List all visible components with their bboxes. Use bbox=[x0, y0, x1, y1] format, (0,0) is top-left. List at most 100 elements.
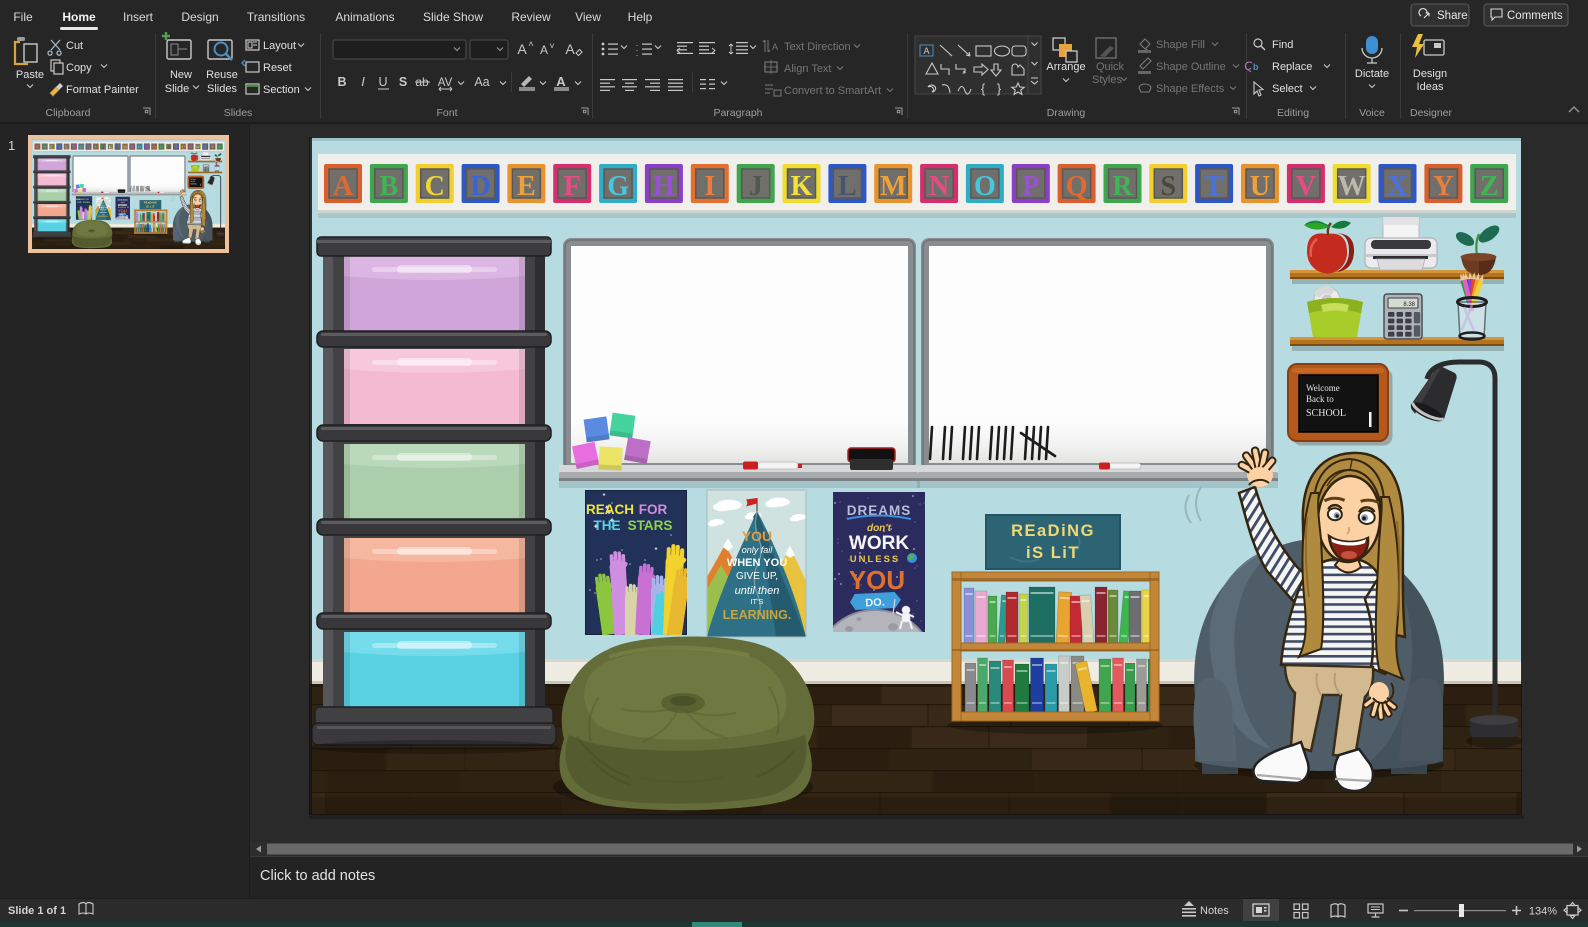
svg-text:A: A bbox=[517, 41, 527, 57]
svg-text:YOU: YOU bbox=[849, 565, 905, 595]
svg-text:D: D bbox=[470, 171, 490, 202]
svg-text:Font: Font bbox=[436, 107, 457, 119]
svg-text:Styles: Styles bbox=[1092, 74, 1122, 86]
svg-text:Help: Help bbox=[628, 10, 653, 24]
svg-text:A: A bbox=[540, 43, 548, 57]
svg-text:GIVE UP,: GIVE UP, bbox=[736, 571, 778, 582]
svg-text:b: b bbox=[1253, 62, 1259, 72]
svg-text:Clipboard: Clipboard bbox=[46, 107, 91, 119]
svg-text:Design: Design bbox=[181, 10, 218, 24]
svg-text:Designer: Designer bbox=[1410, 107, 1453, 119]
svg-text:Quick: Quick bbox=[1096, 61, 1125, 73]
svg-text:STARS: STARS bbox=[628, 518, 673, 533]
svg-text:N: N bbox=[929, 171, 949, 202]
svg-text:A: A bbox=[556, 74, 566, 89]
svg-text:UNLESS: UNLESS bbox=[850, 554, 901, 565]
svg-text:Slide Show: Slide Show bbox=[423, 10, 483, 24]
svg-text:Click to add notes: Click to add notes bbox=[260, 868, 375, 884]
svg-text:B: B bbox=[379, 171, 398, 202]
svg-text:Animations: Animations bbox=[335, 10, 394, 24]
svg-text:Align Text: Align Text bbox=[784, 63, 832, 75]
svg-text:Arrange: Arrange bbox=[1046, 61, 1085, 73]
svg-text:Transitions: Transitions bbox=[247, 10, 305, 24]
svg-text:LEARNING.: LEARNING. bbox=[723, 608, 792, 622]
svg-text:THE: THE bbox=[594, 518, 621, 533]
svg-text:U: U bbox=[1250, 171, 1270, 202]
svg-text:K: K bbox=[791, 171, 813, 202]
svg-text:B: B bbox=[337, 75, 346, 89]
svg-text:V: V bbox=[1296, 171, 1316, 202]
svg-text:Share: Share bbox=[1437, 10, 1468, 22]
svg-text:New: New bbox=[170, 69, 192, 81]
svg-text:Voice: Voice bbox=[1359, 107, 1385, 119]
svg-text:U: U bbox=[378, 75, 387, 89]
svg-text:Copy: Copy bbox=[66, 62, 92, 74]
svg-text:I: I bbox=[361, 74, 365, 89]
svg-text:A: A bbox=[333, 171, 354, 202]
svg-text:A: A bbox=[923, 46, 929, 56]
svg-text:Section: Section bbox=[263, 84, 300, 96]
svg-text:YOU: YOU bbox=[742, 528, 772, 544]
svg-text:M: M bbox=[880, 171, 906, 202]
svg-text:Dictate: Dictate bbox=[1355, 68, 1389, 80]
svg-text:}: } bbox=[997, 81, 1002, 96]
svg-text:Reuse: Reuse bbox=[206, 69, 238, 81]
svg-text:I: I bbox=[704, 171, 715, 202]
svg-text:Design: Design bbox=[1413, 68, 1447, 80]
svg-text:Replace: Replace bbox=[1272, 61, 1312, 73]
svg-text:Notes: Notes bbox=[1200, 905, 1229, 917]
svg-text:Shape Fill: Shape Fill bbox=[1156, 39, 1205, 51]
svg-text:134%: 134% bbox=[1529, 906, 1557, 918]
svg-text:Cut: Cut bbox=[66, 40, 83, 52]
svg-text:Aa: Aa bbox=[474, 75, 489, 89]
svg-text:WORK: WORK bbox=[849, 533, 909, 554]
svg-text:Shape Outline: Shape Outline bbox=[1156, 61, 1226, 73]
svg-text:Format Painter: Format Painter bbox=[66, 84, 139, 96]
svg-text:Select: Select bbox=[1272, 83, 1303, 95]
svg-text:-: - bbox=[636, 53, 638, 59]
svg-text:Slide 1 of 1: Slide 1 of 1 bbox=[8, 905, 66, 917]
svg-text:˅: ˅ bbox=[549, 41, 554, 51]
svg-text:REACH: REACH bbox=[586, 502, 634, 517]
svg-text:W: W bbox=[1338, 171, 1366, 202]
svg-text:E: E bbox=[517, 171, 536, 202]
svg-text:P: P bbox=[1022, 171, 1039, 202]
svg-text:File: File bbox=[13, 10, 33, 24]
svg-text:˄: ˄ bbox=[528, 39, 533, 49]
svg-text:Home: Home bbox=[62, 10, 96, 24]
svg-text:L: L bbox=[838, 171, 857, 202]
svg-text:H: H bbox=[653, 171, 675, 202]
svg-text:iS LiT: iS LiT bbox=[1026, 544, 1080, 562]
svg-text:Q: Q bbox=[1066, 171, 1088, 202]
svg-text:Convert to SmartArt: Convert to SmartArt bbox=[784, 85, 881, 97]
svg-text:Review: Review bbox=[511, 10, 551, 24]
svg-text:X: X bbox=[1387, 171, 1407, 202]
svg-text:Find: Find bbox=[1272, 39, 1293, 51]
svg-text:G: G bbox=[607, 171, 629, 202]
svg-text:WHEN YOU: WHEN YOU bbox=[727, 557, 787, 569]
svg-text:Paragraph: Paragraph bbox=[713, 107, 762, 119]
svg-text:FOR: FOR bbox=[639, 502, 668, 517]
svg-text:SCHOOL: SCHOOL bbox=[1306, 408, 1346, 419]
svg-text:Comments: Comments bbox=[1507, 10, 1563, 22]
svg-text:T: T bbox=[1205, 171, 1224, 202]
svg-text:Slide: Slide bbox=[165, 83, 189, 95]
svg-text:Back to: Back to bbox=[1306, 394, 1334, 404]
svg-text:View: View bbox=[575, 10, 601, 24]
svg-text:only fail: only fail bbox=[742, 545, 774, 555]
svg-text:IT'S: IT'S bbox=[750, 597, 763, 606]
svg-text:8.38: 8.38 bbox=[1403, 302, 1415, 308]
svg-text:Paste: Paste bbox=[16, 69, 44, 81]
svg-text:R: R bbox=[1112, 171, 1133, 202]
svg-text:Text Direction: Text Direction bbox=[784, 41, 851, 53]
svg-text:F: F bbox=[564, 171, 581, 202]
svg-text:Insert: Insert bbox=[123, 10, 154, 24]
svg-text:Slides: Slides bbox=[207, 83, 237, 95]
svg-text:S: S bbox=[399, 75, 407, 89]
svg-text:J: J bbox=[749, 171, 763, 202]
svg-text:DO.: DO. bbox=[865, 596, 885, 609]
svg-text:Reset: Reset bbox=[263, 62, 292, 74]
svg-text:A: A bbox=[772, 42, 778, 52]
svg-text:Drawing: Drawing bbox=[1047, 107, 1086, 119]
svg-text:Ideas: Ideas bbox=[1417, 81, 1444, 93]
